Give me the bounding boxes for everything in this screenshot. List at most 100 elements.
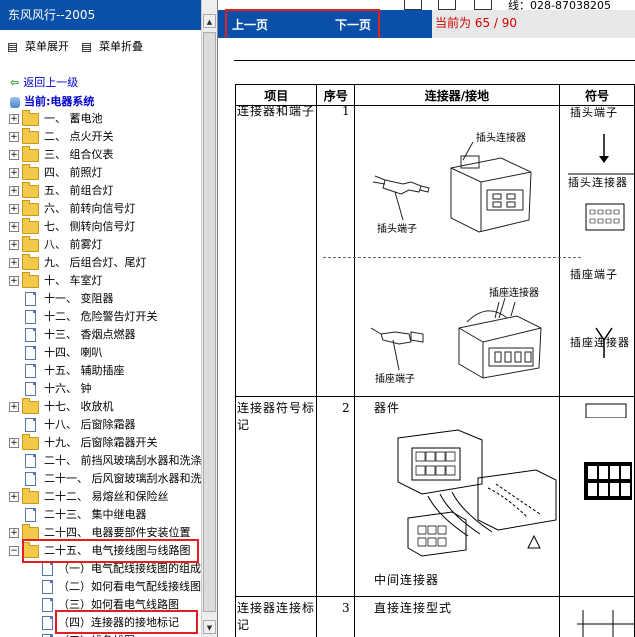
tree-item-label: 六、 前转向信号灯 <box>44 202 136 215</box>
tree-item[interactable]: （二）如何看电气配线接线图 <box>0 578 201 596</box>
document-page: 项目 序号 连接器/接地 符号 连接器和端子 1 插头连接器 插头端子 插座连接… <box>218 38 635 637</box>
folder-icon <box>22 128 39 144</box>
tree-item[interactable]: + 十、 车室灯 <box>0 272 200 290</box>
folder-icon <box>22 164 39 180</box>
tree-item[interactable]: + 十七、 收放机 <box>0 398 200 416</box>
tree-item[interactable]: + 十九、 后窗除霜器开关 <box>0 434 200 452</box>
page-top-rule <box>234 60 635 61</box>
tree-item-label: 五、 前组合灯 <box>44 184 114 197</box>
row2-component-label: 器件 <box>374 401 401 415</box>
plug-connector-drawing <box>450 155 532 233</box>
expand-node-icon[interactable]: + <box>9 168 19 178</box>
expand-node-icon[interactable]: + <box>9 276 19 286</box>
tree-item-label: 一、 蓄电池 <box>44 112 103 125</box>
folder-icon <box>22 254 39 270</box>
tree-item-label: 十八、 后窗除霜器 <box>44 418 136 431</box>
collapse-node-icon[interactable]: − <box>9 546 19 556</box>
tree-scrollbar[interactable]: ▲ ▼ <box>201 0 217 637</box>
scroll-down-button[interactable]: ▼ <box>203 620 216 634</box>
scroll-up-button[interactable]: ▲ <box>203 14 216 28</box>
tree-item[interactable]: 十二、 危险警告灯开关 <box>0 308 200 326</box>
tree-item[interactable]: 十六、 钟 <box>0 380 200 398</box>
folder-icon <box>22 200 39 216</box>
tree-item-label: 二十三、 集中继电器 <box>44 508 147 521</box>
tree-item-label: 七、 侧转向信号灯 <box>44 220 136 233</box>
tree-item[interactable]: 十三、 香烟点燃器 <box>0 326 200 344</box>
tree-item[interactable]: 二十一、 后风窗玻璃刮水器和洗 <box>0 470 202 488</box>
document-icon <box>42 562 53 576</box>
expand-node-icon[interactable]: + <box>9 222 19 232</box>
expand-node-icon[interactable]: + <box>9 258 19 268</box>
tree-item[interactable]: 十四、 喇叭 <box>0 344 200 362</box>
expand-node-icon[interactable]: + <box>9 402 19 412</box>
tree-item-label: 二十一、 后风窗玻璃刮水器和洗 <box>44 472 202 485</box>
highlight-box-chapter-25 <box>22 539 199 563</box>
row2-item: 连接器符号标记 <box>237 401 316 432</box>
row2-intermediate-label: 中间连接器 <box>374 573 440 587</box>
tree-item[interactable]: 十一、 变阻器 <box>0 290 200 308</box>
document-icon <box>25 382 36 396</box>
toolbar-icon[interactable] <box>438 0 456 10</box>
expand-node-icon[interactable]: + <box>9 492 19 502</box>
folder-icon <box>22 236 39 252</box>
tree-item[interactable]: + 一、 蓄电池 <box>0 110 200 128</box>
tree-item[interactable]: + 二、 点火开关 <box>0 128 200 146</box>
plug-terminal-label: 插头端子 <box>377 222 417 235</box>
expand-node-icon[interactable]: + <box>9 114 19 124</box>
expand-node-icon[interactable]: + <box>9 204 19 214</box>
toolbar-icon[interactable] <box>474 0 492 10</box>
expand-node-icon[interactable]: + <box>9 240 19 250</box>
tree-item-label: 十四、 喇叭 <box>44 346 103 359</box>
tree-item[interactable]: + 八、 前雾灯 <box>0 236 200 254</box>
tree-item[interactable]: + 五、 前组合灯 <box>0 182 200 200</box>
page-counter: 当前为 65 / 90 <box>432 10 635 38</box>
tree-item-label: 三、 组合仪表 <box>44 148 114 161</box>
tree-item[interactable]: + 九、 后组合灯、尾灯 <box>0 254 200 272</box>
row1-item: 连接器和端子 <box>237 104 316 118</box>
tree-item[interactable]: 二十三、 集中继电器 <box>0 506 200 524</box>
toolbar-icon[interactable] <box>404 0 422 10</box>
tree-item[interactable]: + 三、 组合仪表 <box>0 146 200 164</box>
tree-item[interactable]: 二十、 前挡风玻璃刮水器和洗涤 <box>0 452 202 470</box>
document-icon <box>25 472 36 486</box>
expand-node-icon[interactable]: + <box>9 438 19 448</box>
tree-item[interactable]: 十五、 辅助插座 <box>0 362 200 380</box>
expand-node-icon[interactable]: + <box>9 150 19 160</box>
expand-menu-button[interactable]: 菜单展开 <box>8 38 69 54</box>
document-icon <box>42 598 53 612</box>
tree-item-label: 二、 点火开关 <box>44 130 114 143</box>
document-icon <box>25 418 36 432</box>
tree-item-label: 十九、 后窗除霜器开关 <box>44 436 158 449</box>
tree-item-label: 十一、 变阻器 <box>44 292 114 305</box>
tree-item-label: 十、 车室灯 <box>44 274 103 287</box>
current-location-label: 当前:电器系统 <box>24 95 95 108</box>
row3-connection-type: 直接连接型式 <box>374 601 453 615</box>
tree-item-label: 十七、 收放机 <box>44 400 114 413</box>
document-icon <box>42 616 53 630</box>
tree-item[interactable]: 十八、 后窗除霜器 <box>0 416 200 434</box>
tree-item[interactable]: + 二十二、 易熔丝和保险丝 <box>0 488 200 506</box>
collapse-menu-label: 菜单折叠 <box>99 40 143 53</box>
scrollbar-thumb[interactable] <box>203 32 216 612</box>
expand-node-icon[interactable]: + <box>9 186 19 196</box>
back-link[interactable]: ⇦ 返回上一级 <box>10 74 78 90</box>
expand-menu-label: 菜单展开 <box>25 40 69 53</box>
connector-drawings: 插头连接器 插头端子 插座连接器 插座端子 <box>370 131 542 385</box>
expand-node-icon[interactable]: + <box>9 528 19 538</box>
tree-item-label: 八、 前雾灯 <box>44 238 103 251</box>
tree-item[interactable]: + 七、 侧转向信号灯 <box>0 218 200 236</box>
folder-icon <box>22 488 39 504</box>
folder-icon <box>22 398 39 414</box>
document-icon <box>25 328 36 342</box>
collapse-icon <box>82 42 91 52</box>
folder-icon <box>22 434 39 450</box>
tree-item-label: 十三、 香烟点燃器 <box>44 328 136 341</box>
direct-connection-symbol <box>577 610 635 637</box>
row2-number: 2 <box>342 401 351 415</box>
document-icon <box>25 364 36 378</box>
expand-node-icon[interactable]: + <box>9 132 19 142</box>
tree-item[interactable]: + 六、 前转向信号灯 <box>0 200 200 218</box>
collapse-menu-button[interactable]: 菜单折叠 <box>82 38 143 54</box>
tree-item[interactable]: + 四、 前照灯 <box>0 164 200 182</box>
folder-icon <box>22 146 39 162</box>
